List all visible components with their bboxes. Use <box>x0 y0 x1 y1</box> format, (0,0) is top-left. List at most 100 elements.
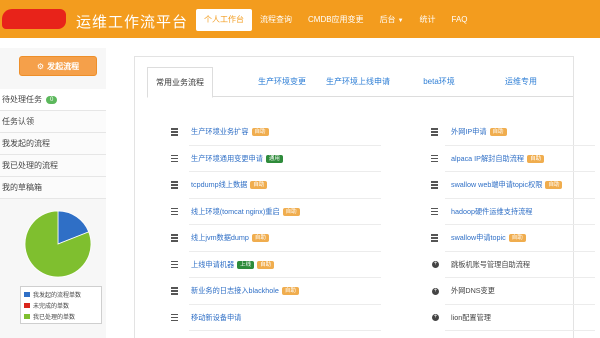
process-item-label[interactable]: 新业务的日志接入blackhole <box>191 286 279 296</box>
list-icon <box>171 207 183 216</box>
process-item[interactable]: + 外网DNS变更 <box>431 278 595 305</box>
list-icon <box>171 234 183 242</box>
nav-item-workbench[interactable]: 个人工作台 <box>196 9 252 31</box>
process-item[interactable]: + 跳板机账号管理自助流程 <box>431 252 595 278</box>
sidebar-item-drafts[interactable]: 我的草稿箱 <box>0 177 106 199</box>
pie-legend: 我发起的流程单数 未完成的单数 我已处理的单数 <box>20 286 102 324</box>
start-process-button[interactable]: ⚙ 发起流程 <box>19 56 97 76</box>
legend-label: 我已处理的单数 <box>33 315 76 321</box>
process-list-left: 生产环境业务扩容 自助 生产环境通用变更申请 通用 tcpdump线上数据 自助 线上环境(… <box>171 119 401 331</box>
tab-prod-changes[interactable]: 生产环境变更 <box>243 67 321 97</box>
process-item[interactable]: 上线申请机器 上线 自助 <box>171 252 401 278</box>
tab-bar: 常用业务流程 生产环境变更 生产环境上线申请 beta环境 运维专用 <box>147 67 573 98</box>
legend-swatch-blue <box>24 292 30 297</box>
process-item-label[interactable]: 生产环境业务扩容 <box>191 127 249 137</box>
process-item-label[interactable]: 移动新设备申请 <box>191 313 241 323</box>
process-item-label[interactable]: 上线申请机器 <box>191 260 234 270</box>
tab-common-processes[interactable]: 常用业务流程 <box>147 67 213 98</box>
nav-item-backend-label: 后台 <box>379 15 396 24</box>
process-tag-badge: 自助 <box>251 128 269 137</box>
main-nav: 个人工作台 流程查询 CMDB应用变更 后台 ▼ 统计 FAQ <box>196 9 476 31</box>
sidebar-item-label: 待处理任务 <box>2 95 42 104</box>
start-process-label: 发起流程 <box>47 61 80 71</box>
sidebar-item-claim-tasks[interactable]: 任务认领 <box>0 111 106 133</box>
sidebar-item-my-initiated[interactable]: 我发起的流程 <box>0 133 106 155</box>
process-tag-badge: 通用 <box>265 154 283 163</box>
legend-swatch-green <box>24 314 30 319</box>
process-item-label[interactable]: lion配置管理 <box>451 313 491 323</box>
main-panel: 常用业务流程 生产环境变更 生产环境上线申请 beta环境 运维专用 生产环境业… <box>134 56 595 338</box>
nav-item-statistics[interactable]: 统计 <box>412 9 444 31</box>
process-list-right: 外网IP申请 自助 alpaca IP解封自助流程 自助 swallow web端申请t… <box>431 119 595 331</box>
top-navbar: 运维工作流平台 个人工作台 流程查询 CMDB应用变更 后台 ▼ 统计 FAQ <box>0 0 600 38</box>
process-item-label[interactable]: 线上环境(tomcat nginx)重启 <box>191 207 280 217</box>
list-icon <box>431 207 443 216</box>
list-icon <box>171 181 183 189</box>
process-item[interactable]: 线上环境(tomcat nginx)重启 自助 <box>171 199 401 225</box>
caret-down-icon: ▼ <box>397 18 404 24</box>
legend-item: 我已处理的单数 <box>24 311 98 322</box>
process-item[interactable]: swallow申请topic 自助 <box>431 225 595 252</box>
sidebar-item-pending-tasks[interactable]: 待处理任务 0 <box>0 89 106 111</box>
legend-item: 未完成的单数 <box>24 300 98 311</box>
list-icon <box>431 154 443 163</box>
stats-pie-chart <box>22 208 94 280</box>
pie-svg <box>24 210 92 278</box>
legend-item: 我发起的流程单数 <box>24 289 98 300</box>
legend-swatch-red <box>24 303 30 308</box>
tab-prod-release-request[interactable]: 生产环境上线申请 <box>325 67 391 97</box>
process-tag-badge: 自助 <box>508 234 526 243</box>
nav-item-process-query[interactable]: 流程查询 <box>252 9 300 31</box>
legend-label: 未完成的单数 <box>33 304 70 310</box>
list-icon <box>431 234 443 242</box>
tab-ops-only[interactable]: 运维专用 <box>491 67 551 97</box>
plus-circle-icon: + <box>432 261 439 269</box>
process-item-label[interactable]: 外网IP申请 <box>451 127 487 137</box>
pending-count-badge: 0 <box>46 95 58 104</box>
process-item[interactable]: 生产环境业务扩容 自助 <box>171 119 401 146</box>
list-icon <box>171 260 183 269</box>
list-icon <box>171 154 183 163</box>
process-item-label[interactable]: swallow申请topic <box>451 233 506 243</box>
plus-circle-icon: + <box>432 287 439 295</box>
process-item-label[interactable]: swallow web端申请topic权限 <box>451 180 542 190</box>
process-item[interactable]: alpaca IP解封自助流程 自助 <box>431 146 595 172</box>
process-item-label[interactable]: 跳板机账号管理自助流程 <box>451 260 530 270</box>
process-item-label[interactable]: alpaca IP解封自助流程 <box>451 154 524 164</box>
list-icon <box>171 128 183 136</box>
tab-beta-env[interactable]: beta环境 <box>409 67 469 97</box>
process-tag-badge: 自助 <box>251 234 269 243</box>
process-item-label[interactable]: hadoop硬件运维支持流程 <box>451 207 533 217</box>
list-icon <box>431 181 443 189</box>
process-item-label[interactable]: 外网DNS变更 <box>451 286 495 296</box>
process-tag-badge: 自助 <box>527 154 545 163</box>
sidebar-item-my-processed[interactable]: 我已处理的流程 <box>0 155 106 177</box>
plus-circle-icon: + <box>432 314 439 322</box>
nav-item-cmdb-change[interactable]: CMDB应用变更 <box>300 9 372 31</box>
process-item[interactable]: tcpdump线上数据 自助 <box>171 172 401 199</box>
nav-item-faq[interactable]: FAQ <box>444 9 476 31</box>
process-item[interactable]: hadoop硬件运维支持流程 <box>431 199 595 225</box>
process-tag-badge: 自助 <box>281 287 299 296</box>
process-item[interactable]: 移动新设备申请 <box>171 305 401 331</box>
process-item[interactable]: 外网IP申请 自助 <box>431 119 595 146</box>
nav-item-backend[interactable]: 后台 ▼ <box>372 9 412 31</box>
gear-icon: ⚙ <box>36 61 45 71</box>
logo[interactable] <box>2 9 66 29</box>
process-item-label[interactable]: 线上jvm数据dump <box>191 233 249 243</box>
sidebar-menu: 待处理任务 0 任务认领 我发起的流程 我已处理的流程 我的草稿箱 <box>0 89 106 199</box>
process-tag-badge: 上线 <box>237 260 255 269</box>
process-tag-badge: 自助 <box>545 181 563 190</box>
process-item-label[interactable]: tcpdump线上数据 <box>191 180 247 190</box>
process-item[interactable]: 生产环境通用变更申请 通用 <box>171 146 401 172</box>
row-divider <box>189 330 381 331</box>
app-title[interactable]: 运维工作流平台 <box>76 11 188 32</box>
process-item[interactable]: 线上jvm数据dump 自助 <box>171 225 401 252</box>
process-tag-badge: 自助 <box>257 260 275 269</box>
process-item[interactable]: 新业务的日志接入blackhole 自助 <box>171 278 401 305</box>
process-tag-badge: 自助 <box>250 181 268 190</box>
process-item[interactable]: swallow web端申请topic权限 自助 <box>431 172 595 199</box>
process-item-label[interactable]: 生产环境通用变更申请 <box>191 154 263 164</box>
list-icon <box>171 313 183 322</box>
process-item[interactable]: + lion配置管理 <box>431 305 595 331</box>
